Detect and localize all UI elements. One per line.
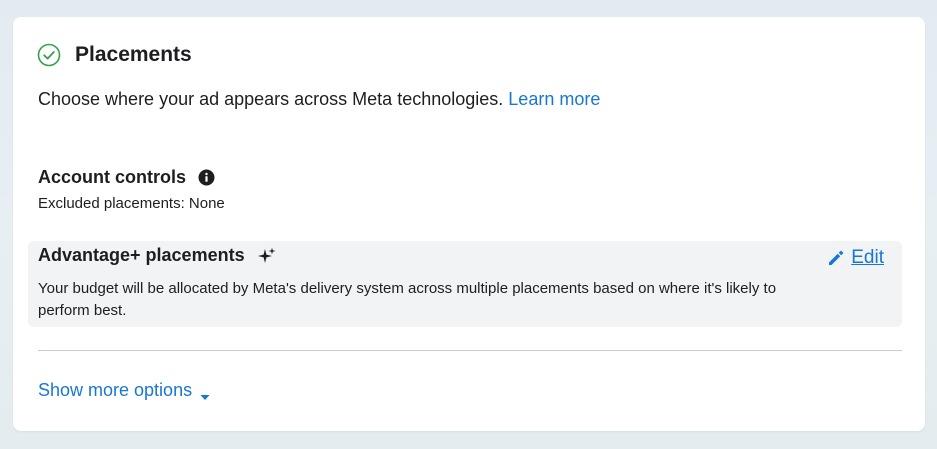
show-more-options-button[interactable]: Show more options <box>38 380 210 401</box>
account-controls-title: Account controls <box>38 167 187 187</box>
description-text: Choose where your ad appears across Meta… <box>38 89 504 109</box>
info-icon[interactable] <box>198 169 215 186</box>
caret-down-icon <box>200 386 210 400</box>
advantage-title: Advantage+ placements <box>38 245 245 265</box>
placements-card: Placements Choose where your ad appears … <box>13 17 925 431</box>
show-more-label[interactable]: Show more options <box>38 380 192 401</box>
check-circle-icon <box>37 43 61 67</box>
divider <box>38 350 902 351</box>
advantage-description: Your budget will be allocated by Meta's … <box>38 280 777 319</box>
excluded-placements: Excluded placements: None <box>38 195 225 212</box>
advantage-placements-box: Advantage+ placements Edit Your budget w… <box>28 241 902 327</box>
edit-label[interactable]: Edit <box>851 247 884 269</box>
page-title: Placements <box>75 43 192 66</box>
learn-more-link[interactable]: Learn more <box>508 89 600 109</box>
pencil-icon <box>827 249 845 267</box>
account-controls-heading: Account controls <box>38 167 215 188</box>
sparkle-icon <box>257 246 277 266</box>
edit-button[interactable]: Edit <box>827 247 884 269</box>
advantage-heading: Advantage+ placements <box>38 245 277 266</box>
placements-description: Choose where your ad appears across Meta… <box>38 89 600 110</box>
placements-header: Placements <box>37 43 192 67</box>
